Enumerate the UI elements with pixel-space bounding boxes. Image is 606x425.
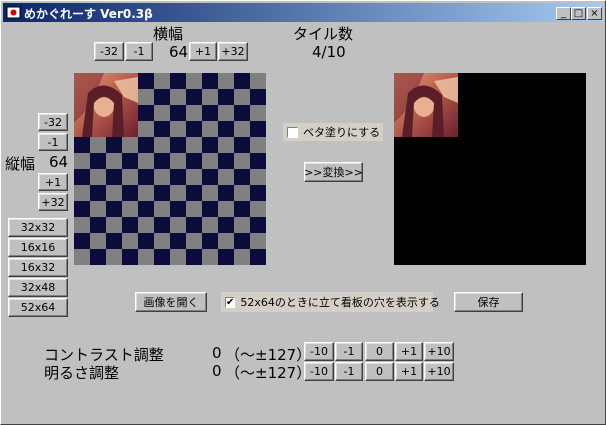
show-holes-checkbox-box[interactable]: ✔	[225, 296, 236, 308]
brightness-plus1-button[interactable]: +1	[395, 362, 423, 381]
fill-checkbox[interactable]: ベタ塗りにする	[283, 123, 383, 141]
height-plus32-button[interactable]: +32	[38, 193, 68, 211]
preset-16x32-button[interactable]: 16x32	[8, 258, 68, 277]
show-holes-checkbox[interactable]: ✔ 52x64のときに立て看板の穴を表示する	[221, 292, 440, 312]
app-icon	[6, 6, 21, 19]
brightness-label: 明るさ調整	[44, 364, 120, 382]
brightness-reset-button[interactable]: 0	[365, 362, 394, 381]
source-image-tile	[74, 73, 138, 137]
contrast-minus1-button[interactable]: -1	[335, 342, 363, 361]
convert-button[interactable]: >>変換>>	[304, 162, 363, 182]
fill-checkbox-box[interactable]	[287, 126, 298, 138]
height-minus1-button[interactable]: -1	[38, 133, 68, 151]
contrast-minus10-button[interactable]: -10	[304, 342, 334, 361]
preset-52x64-button[interactable]: 52x64	[8, 298, 68, 317]
contrast-plus1-button[interactable]: +1	[395, 342, 423, 361]
brightness-plus10-button[interactable]: +10	[424, 362, 454, 381]
close-button[interactable]: ×	[587, 7, 602, 20]
width-minus1-button[interactable]: -1	[125, 42, 153, 61]
maximize-button[interactable]: □	[571, 7, 586, 20]
output-preview-canvas	[394, 73, 586, 265]
window-title: めかぐれーす Ver0.3β	[24, 7, 153, 21]
height-value: 64	[49, 153, 69, 171]
height-label: 縦幅	[5, 155, 36, 173]
tile-count-value: 4/10	[312, 43, 346, 61]
brightness-value: 0	[212, 362, 222, 380]
show-holes-checkbox-label: 52x64のときに立て看板の穴を表示する	[240, 296, 440, 309]
fill-checkbox-label: ベタ塗りにする	[303, 126, 381, 139]
open-image-button[interactable]: 画像を開く	[135, 292, 207, 312]
width-label: 横幅	[153, 25, 184, 43]
input-preview-canvas[interactable]	[74, 73, 266, 265]
save-button[interactable]: 保存	[454, 292, 523, 312]
preset-32x32-button[interactable]: 32x32	[8, 218, 68, 237]
width-minus32-button[interactable]: -32	[94, 42, 124, 61]
output-image-tile	[394, 73, 458, 137]
brightness-minus1-button[interactable]: -1	[335, 362, 363, 381]
width-value: 64	[169, 43, 189, 61]
brightness-minus10-button[interactable]: -10	[304, 362, 334, 381]
height-plus1-button[interactable]: +1	[38, 173, 68, 191]
minimize-button[interactable]: _	[556, 7, 571, 20]
contrast-reset-button[interactable]: 0	[365, 342, 394, 361]
height-minus32-button[interactable]: -32	[38, 113, 68, 131]
contrast-value: 0	[212, 344, 222, 362]
contrast-plus10-button[interactable]: +10	[424, 342, 454, 361]
width-plus1-button[interactable]: +1	[189, 42, 217, 61]
tile-count-label: タイル数	[293, 25, 354, 43]
title-bar[interactable]: めかぐれーす Ver0.3β _ □ ×	[3, 3, 603, 22]
main-window: めかぐれーす Ver0.3β _ □ × 横幅 -32 -1 64 +1 +32…	[0, 0, 606, 425]
preset-32x48-button[interactable]: 32x48	[8, 278, 68, 297]
preset-16x16-button[interactable]: 16x16	[8, 238, 68, 257]
width-plus32-button[interactable]: +32	[218, 42, 248, 61]
brightness-range: （～±127）	[225, 364, 312, 382]
